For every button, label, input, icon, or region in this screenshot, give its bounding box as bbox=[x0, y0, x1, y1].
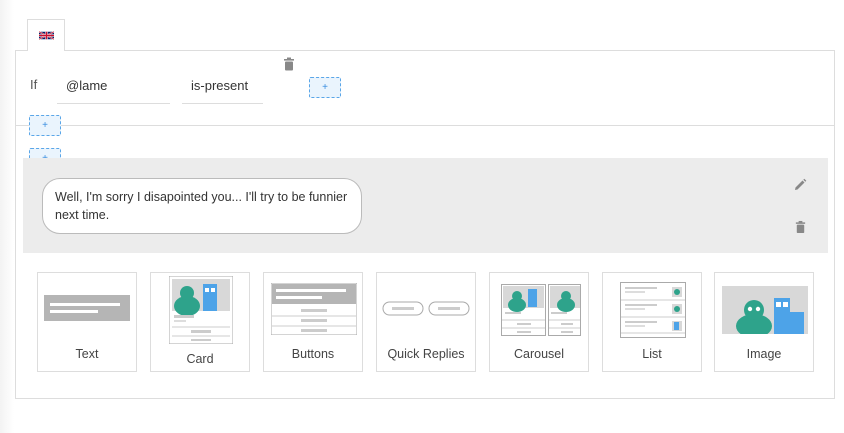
message-type-image[interactable]: Image bbox=[714, 272, 814, 372]
message-type-list[interactable]: List bbox=[602, 272, 702, 372]
message-type-carousel[interactable]: Carousel bbox=[489, 272, 589, 372]
message-type-label: Card bbox=[186, 352, 214, 366]
text-type-icon bbox=[44, 295, 130, 321]
quick-replies-type-icon bbox=[382, 301, 470, 316]
message-type-card[interactable]: Card bbox=[150, 272, 250, 372]
card-type-icon bbox=[169, 276, 233, 344]
message-bubble[interactable]: Well, I'm sorry I disapointed you... I'l… bbox=[42, 178, 362, 234]
message-type-buttons[interactable]: Buttons bbox=[263, 272, 363, 372]
operator-field[interactable]: is-present bbox=[182, 73, 263, 104]
pencil-icon[interactable] bbox=[793, 178, 807, 192]
list-type-icon bbox=[620, 282, 686, 338]
if-label: If bbox=[30, 77, 38, 92]
delete-message-icon[interactable] bbox=[794, 220, 807, 234]
uk-flag-icon bbox=[38, 31, 54, 40]
variable-field[interactable]: @lame bbox=[57, 73, 170, 104]
carousel-type-icon bbox=[501, 284, 581, 336]
image-type-icon bbox=[722, 286, 808, 334]
message-type-label: List bbox=[642, 347, 662, 361]
buttons-type-icon bbox=[271, 283, 357, 335]
message-type-quick-replies[interactable]: Quick Replies bbox=[376, 272, 476, 372]
message-type-label: Carousel bbox=[513, 347, 565, 361]
trash-icon[interactable] bbox=[282, 57, 296, 71]
message-type-label: Quick Replies bbox=[387, 347, 465, 361]
message-block: Well, I'm sorry I disapointed you... I'l… bbox=[23, 158, 828, 253]
condition-row: If @lame is-present + bbox=[16, 51, 834, 126]
response-editor: If @lame is-present + + + Well, I'm sorr… bbox=[15, 50, 835, 399]
message-type-label: Image bbox=[746, 347, 782, 361]
tab-language-english[interactable] bbox=[27, 19, 65, 51]
left-shade bbox=[0, 0, 14, 433]
message-type-text[interactable]: Text bbox=[37, 272, 137, 372]
add-condition-group-button[interactable]: + bbox=[29, 115, 61, 136]
message-type-label: Buttons bbox=[291, 347, 335, 361]
message-type-label: Text bbox=[75, 347, 99, 361]
add-condition-button[interactable]: + bbox=[309, 77, 341, 98]
